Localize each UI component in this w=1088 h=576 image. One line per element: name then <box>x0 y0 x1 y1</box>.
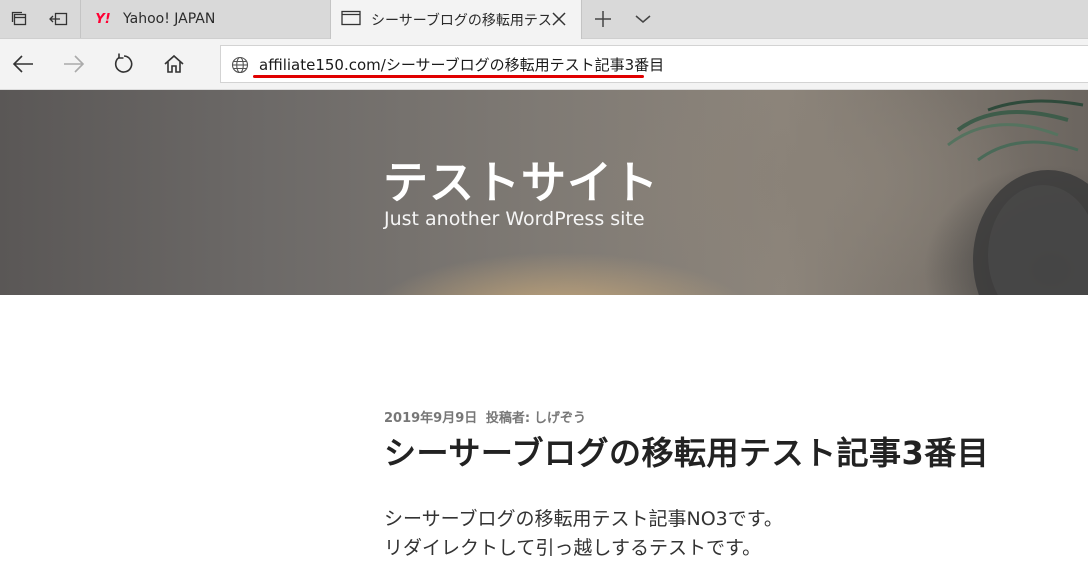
tab-strip: Y! Yahoo! JAPAN シーサーブログの移転用テス <box>0 0 1088 39</box>
post-title: シーサーブログの移転用テスト記事3番目 <box>384 434 990 472</box>
refresh-icon[interactable] <box>107 47 141 81</box>
author-label: 投稿者: <box>485 411 531 426</box>
post-meta: 2019年9月9日 投稿者: しげぞう <box>384 407 590 426</box>
tab-title: シーサーブログの移転用テス <box>371 12 552 29</box>
post-author[interactable]: しげぞう <box>534 411 586 426</box>
tab-preview-chevron-down-icon[interactable] <box>628 4 658 34</box>
yahoo-logo-icon: Y! <box>95 11 111 27</box>
new-tab-plus-icon[interactable] <box>588 4 618 34</box>
tab-active-post[interactable]: シーサーブログの移転用テス <box>330 0 582 39</box>
page-icon <box>341 10 361 30</box>
set-tabs-aside-icon[interactable] <box>40 0 78 38</box>
site-title[interactable]: テストサイト <box>383 146 659 211</box>
navigation-bar: affiliate150.com/シーサーブログの移転用テスト記事3番目 <box>0 39 1088 90</box>
post-body: シーサーブログの移転用テスト記事NO3です。 リダイレクトして引っ越しするテスト… <box>384 505 783 563</box>
tab-title: Yahoo! JAPAN <box>123 11 216 27</box>
back-arrow-icon[interactable] <box>6 47 40 81</box>
site-tagline: Just another WordPress site <box>384 208 645 230</box>
post-paragraph: シーサーブログの移転用テスト記事NO3です。 <box>384 508 783 530</box>
close-tab-icon[interactable] <box>549 9 569 29</box>
url-highlight-underline <box>253 75 644 78</box>
site-header-banner: テストサイト Just another WordPress site <box>0 90 1088 295</box>
post-date[interactable]: 2019年9月9日 <box>384 411 477 426</box>
globe-icon <box>231 56 249 74</box>
tab-yahoo[interactable]: Y! Yahoo! JAPAN <box>80 0 330 38</box>
tab-manager-icon[interactable] <box>0 0 38 38</box>
plant-pot-image <box>947 99 1088 295</box>
post-paragraph: リダイレクトして引っ越しするテストです。 <box>384 537 762 559</box>
forward-arrow-icon[interactable] <box>57 47 91 81</box>
url-text: affiliate150.com/シーサーブログの移転用テスト記事3番目 <box>259 56 665 74</box>
home-icon[interactable] <box>157 47 191 81</box>
